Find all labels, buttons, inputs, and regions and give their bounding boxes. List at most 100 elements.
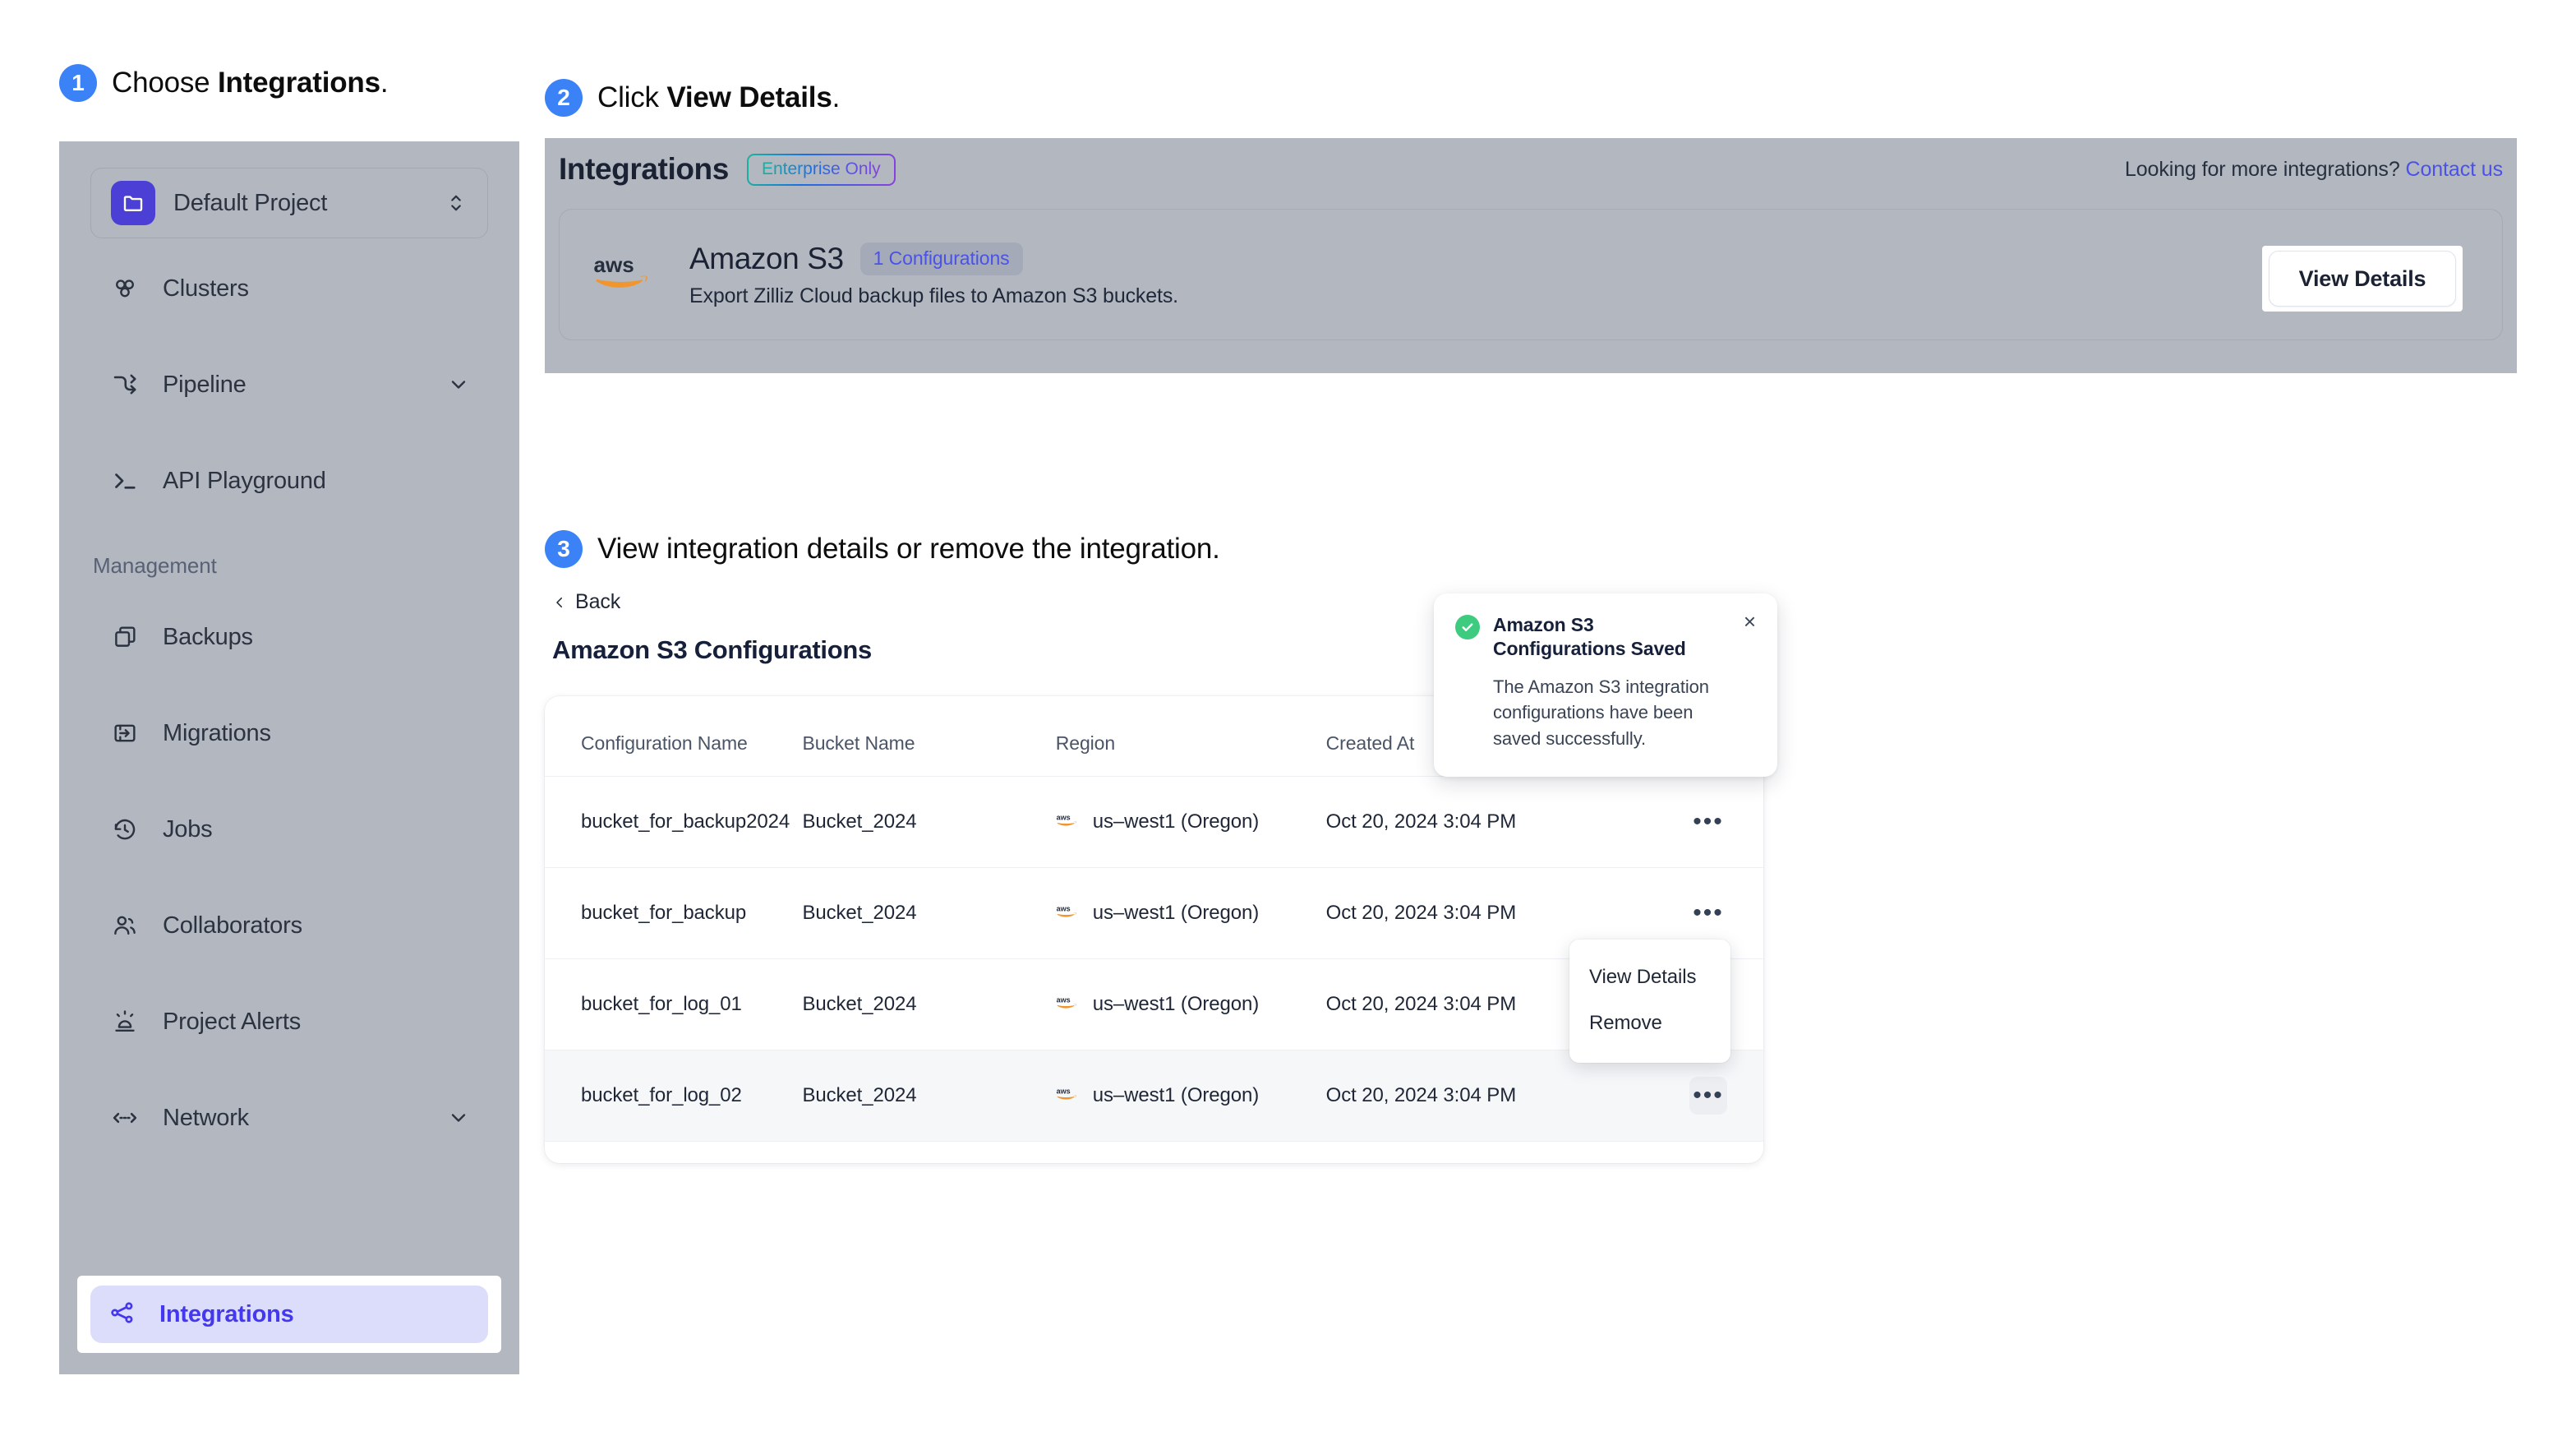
step-1-text-pre: Choose <box>112 67 218 99</box>
step-1-text-post: . <box>380 67 389 99</box>
step-2-badge: 2 <box>545 79 583 117</box>
sidebar-item-migrations[interactable]: Migrations <box>90 709 488 757</box>
chevron-updown-icon <box>451 195 461 211</box>
sidebar-item-pipeline[interactable]: Pipeline <box>90 361 488 409</box>
enterprise-only-badge: Enterprise Only <box>747 154 896 186</box>
cell-region: aws us–west1 (Oregon) <box>1055 958 1326 1050</box>
aws-region-icon: aws <box>1056 902 1084 925</box>
project-selector[interactable]: Default Project <box>90 168 488 238</box>
cell-region-label: us–west1 (Oregon) <box>1092 810 1260 833</box>
cell-region-label: us–west1 (Oregon) <box>1092 1084 1260 1106</box>
success-check-icon <box>1455 615 1480 639</box>
integration-card-amazon-s3[interactable]: aws Amazon S3 1 Configurations Export Zi… <box>559 209 2503 340</box>
step-2-text-post: . <box>832 81 841 113</box>
aws-region-icon: aws <box>1056 1084 1084 1107</box>
svg-text:aws: aws <box>1056 814 1070 822</box>
column-header-region: Region <box>1055 696 1326 777</box>
sidebar-item-project-alerts[interactable]: Project Alerts <box>90 998 488 1046</box>
cell-region: aws us–west1 (Oregon) <box>1055 1050 1326 1142</box>
step-1-text-strong: Integrations <box>217 67 380 99</box>
cell-configuration-name: bucket_for_backup <box>545 867 803 959</box>
back-label: Back <box>575 590 621 613</box>
migrations-icon <box>108 717 141 750</box>
column-header-configuration-name: Configuration Name <box>545 696 803 777</box>
step-1-badge: 1 <box>59 64 97 102</box>
integration-name: Amazon S3 <box>689 241 844 275</box>
cell-bucket-name: Bucket_2024 <box>802 958 1056 1050</box>
folder-icon <box>111 181 155 225</box>
sidebar-item-collaborators[interactable]: Collaborators <box>90 902 488 949</box>
menu-item-view-details[interactable]: View Details <box>1569 954 1730 1000</box>
step-3-badge: 3 <box>545 530 583 568</box>
step-1-caption: 1 Choose Integrations. <box>59 64 389 102</box>
sidebar-item-label: Collaborators <box>163 912 302 939</box>
toast-body: The Amazon S3 integration configurations… <box>1493 676 1709 750</box>
share-nodes-icon <box>108 1298 138 1332</box>
copy-icon <box>108 621 141 653</box>
cell-created-at: Oct 20, 2024 3:04 PM <box>1325 1050 1630 1142</box>
more-integrations-text: Looking for more integrations? <box>2124 157 2400 181</box>
step-2-text: Click View Details. <box>597 81 840 114</box>
cell-region: aws us–west1 (Oregon) <box>1055 867 1326 959</box>
sidebar-item-integrations[interactable]: Integrations <box>90 1286 488 1343</box>
sidebar-item-clusters[interactable]: Clusters <box>90 265 488 312</box>
integrations-header: Integrations Enterprise Only Looking for… <box>559 152 2503 187</box>
sidebar-item-api-playground[interactable]: API Playground <box>90 457 488 505</box>
svg-text:aws: aws <box>594 253 634 277</box>
aws-region-icon: aws <box>1056 810 1084 833</box>
sidebar-item-jobs[interactable]: Jobs <box>90 806 488 853</box>
contact-us-link[interactable]: Contact us <box>2405 158 2503 181</box>
pipeline-icon <box>108 368 141 401</box>
configurations-count-badge: 1 Configurations <box>859 242 1023 275</box>
step-2-text-pre: Click <box>597 81 667 113</box>
step-2-caption: 2 Click View Details. <box>545 79 840 117</box>
network-arrows-icon <box>108 1101 141 1134</box>
cell-actions: ••• <box>1629 776 1763 868</box>
history-clock-icon <box>108 813 141 846</box>
cell-region: aws us–west1 (Oregon) <box>1055 776 1326 868</box>
svg-text:aws: aws <box>1056 996 1070 1004</box>
sidebar-item-label: Project Alerts <box>163 1008 302 1035</box>
step-2-text-strong: View Details <box>666 81 832 113</box>
sidebar-item-backups[interactable]: Backups <box>90 613 488 661</box>
project-name: Default Project <box>173 189 328 216</box>
menu-item-remove[interactable]: Remove <box>1569 1000 1730 1046</box>
view-details-button[interactable]: View Details <box>2269 251 2456 307</box>
sidebar-item-label: Integrations <box>159 1300 294 1327</box>
sidebar-nav: Clusters Pipeline API Playground Managem… <box>90 265 488 1190</box>
row-actions-button[interactable]: ••• <box>1689 894 1727 932</box>
svg-text:aws: aws <box>1056 1087 1070 1096</box>
cell-created-at: Oct 20, 2024 3:04 PM <box>1325 776 1630 868</box>
integration-card-title-row: Amazon S3 1 Configurations <box>689 242 2469 276</box>
table-row[interactable]: bucket_for_backup2024 Bucket_2024 aws us… <box>545 776 1763 868</box>
alert-beacon-icon <box>108 1005 141 1038</box>
sidebar-item-label: Backups <box>163 623 253 650</box>
cell-configuration-name: bucket_for_log_01 <box>545 958 803 1050</box>
row-actions-menu: View Details Remove <box>1569 939 1730 1063</box>
sidebar-item-network[interactable]: Network <box>90 1094 488 1142</box>
sidebar-item-label: Migrations <box>163 719 271 746</box>
sidebar-item-label: Pipeline <box>163 371 247 398</box>
toast-notification: Amazon S3 Configurations Saved × The Ama… <box>1434 593 1777 778</box>
tutorial-screenshot: 1 Choose Integrations. Default Project C… <box>0 0 2576 1445</box>
cell-bucket-name: Bucket_2024 <box>802 776 1056 868</box>
sidebar-item-label: Jobs <box>163 815 213 843</box>
users-icon <box>108 909 141 942</box>
table-row[interactable]: bucket_for_log_02 Bucket_2024 aws us–wes… <box>545 1050 1763 1142</box>
chevron-down-icon[interactable] <box>447 373 470 396</box>
toast-title: Amazon S3 Configurations Saved <box>1493 614 1686 659</box>
step-1-text: Choose Integrations. <box>112 67 389 99</box>
column-header-bucket-name: Bucket Name <box>802 696 1056 777</box>
cell-region-label: us–west1 (Oregon) <box>1092 902 1260 924</box>
close-icon[interactable]: × <box>1744 611 1756 632</box>
cell-bucket-name: Bucket_2024 <box>802 867 1056 959</box>
row-actions-button[interactable]: ••• <box>1689 1077 1727 1115</box>
chevron-down-icon[interactable] <box>447 1106 470 1129</box>
cell-actions: ••• <box>1629 1050 1763 1142</box>
sidebar-section-management: Management <box>93 553 217 578</box>
row-actions-button[interactable]: ••• <box>1689 803 1727 841</box>
integration-card-text: Amazon S3 1 Configurations Export Zilliz… <box>689 242 2469 308</box>
enterprise-only-badge-label: Enterprise Only <box>761 159 881 178</box>
cell-bucket-name: Bucket_2024 <box>802 1050 1056 1142</box>
aws-region-icon: aws <box>1056 993 1084 1016</box>
